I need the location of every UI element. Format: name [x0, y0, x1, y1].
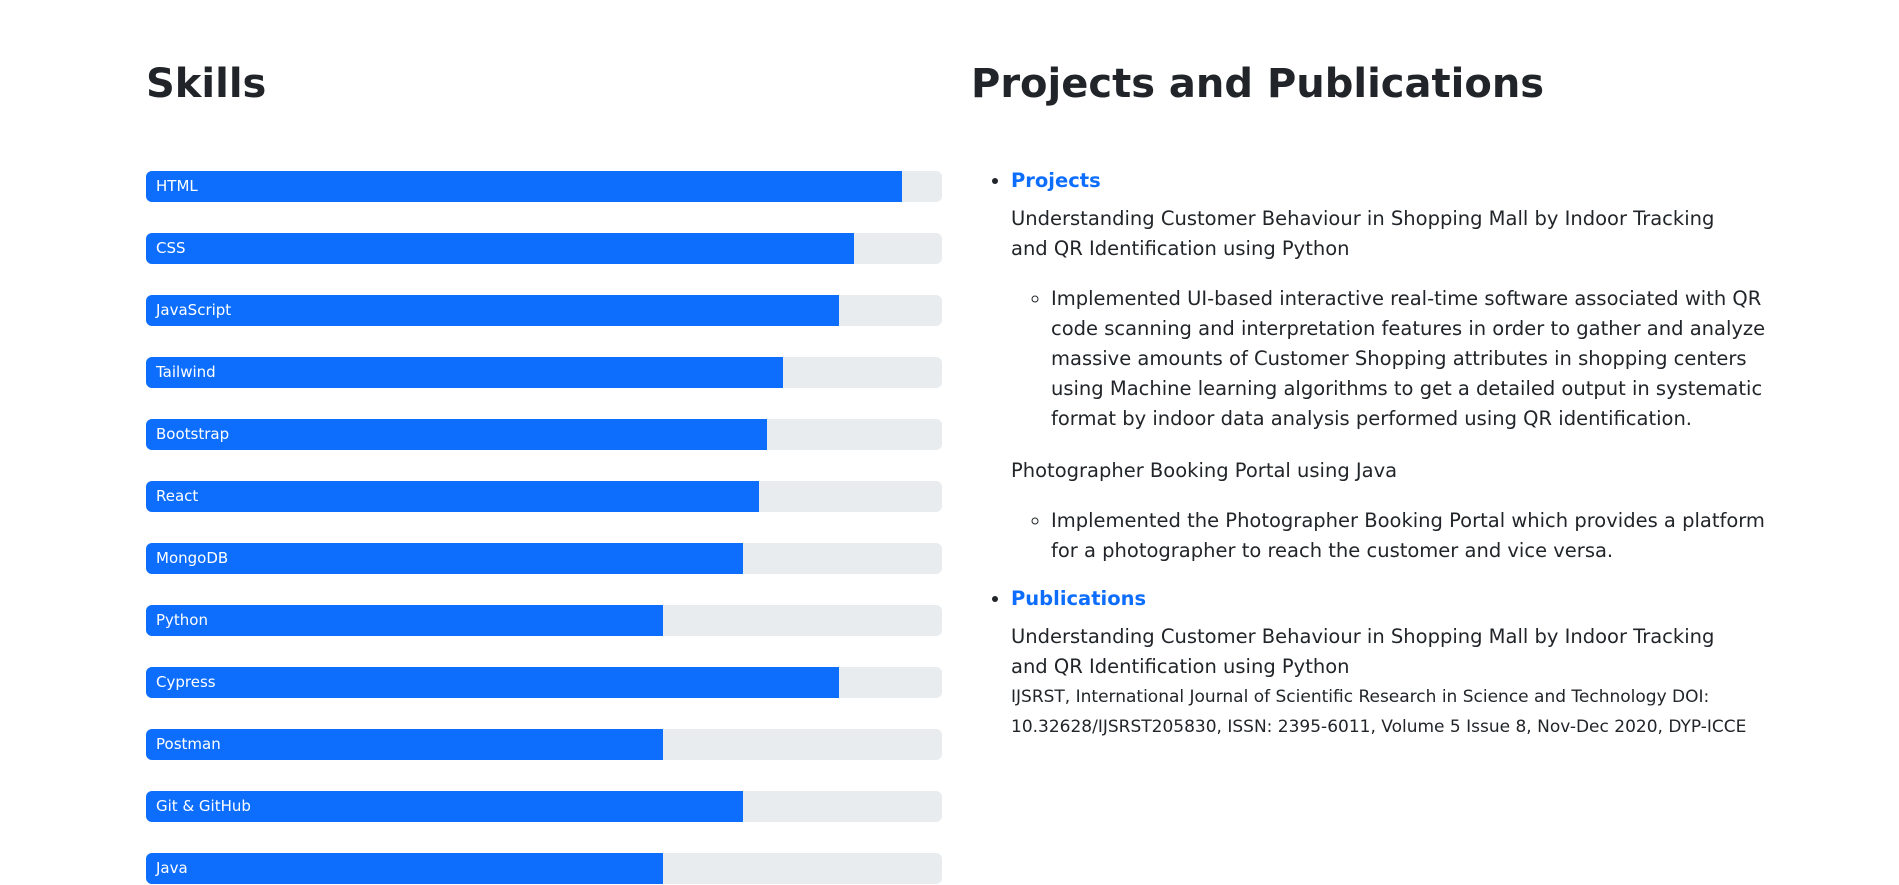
- publications-link[interactable]: Publications: [1011, 584, 1811, 614]
- skill-progress-bar: React: [146, 481, 759, 512]
- skill-progress: React: [146, 481, 942, 512]
- skill-progress: Bootstrap: [146, 419, 942, 450]
- skills-list: HTML CSS JavaScript Tailwind Bootstrap React M…: [146, 171, 942, 885]
- skill-progress-bar: Git & GitHub: [146, 791, 743, 822]
- skill-progress-bar: Tailwind: [146, 357, 783, 388]
- skill-progress-bar: CSS: [146, 233, 855, 264]
- skill-progress: Java: [146, 853, 942, 884]
- skill-progress: MongoDB: [146, 543, 942, 574]
- publications-category: Publications Understanding Customer Beha…: [1011, 584, 1811, 742]
- project-title: Photographer Booking Portal using Java: [1011, 459, 1398, 482]
- publication-title: Understanding Customer Behaviour in Shop…: [1011, 625, 1715, 678]
- skill-progress-bar: Bootstrap: [146, 419, 767, 450]
- projects-link[interactable]: Projects: [1011, 166, 1811, 196]
- projects-category: Projects Understanding Customer Behaviou…: [1011, 166, 1811, 566]
- project-details: Implemented UI-based interactive real-ti…: [1011, 284, 1811, 434]
- skill-progress: Git & GitHub: [146, 791, 942, 822]
- skills-heading: Skills: [146, 61, 267, 107]
- projects-publications-list: Projects Understanding Customer Behaviou…: [971, 166, 1811, 760]
- publication-meta: IJSRST, International Journal of Scienti…: [1011, 687, 1747, 737]
- projects-publications-heading: Projects and Publications: [971, 61, 1545, 107]
- skill-progress-bar: Java: [146, 853, 664, 884]
- project-details: Implemented the Photographer Booking Por…: [1011, 506, 1811, 566]
- skill-progress-bar: Python: [146, 605, 664, 636]
- skill-progress-bar: Cypress: [146, 667, 839, 698]
- skill-progress: Postman: [146, 729, 942, 760]
- project-title: Understanding Customer Behaviour in Shop…: [1011, 207, 1715, 260]
- skill-progress: Python: [146, 605, 942, 636]
- skill-progress: CSS: [146, 233, 942, 264]
- skill-progress-bar: JavaScript: [146, 295, 839, 326]
- skill-progress-bar: Postman: [146, 729, 664, 760]
- project-detail-item: Implemented UI-based interactive real-ti…: [1051, 284, 1771, 434]
- skill-progress: Cypress: [146, 667, 942, 698]
- skill-progress: JavaScript: [146, 295, 942, 326]
- project-detail-item: Implemented the Photographer Booking Por…: [1051, 506, 1771, 566]
- skill-progress-bar: HTML: [146, 171, 903, 202]
- skill-progress: HTML: [146, 171, 942, 202]
- portfolio-section: Skills HTML CSS JavaScript Tailwind Bootstra…: [0, 0, 1899, 885]
- skill-progress-bar: MongoDB: [146, 543, 743, 574]
- skill-progress: Tailwind: [146, 357, 942, 388]
